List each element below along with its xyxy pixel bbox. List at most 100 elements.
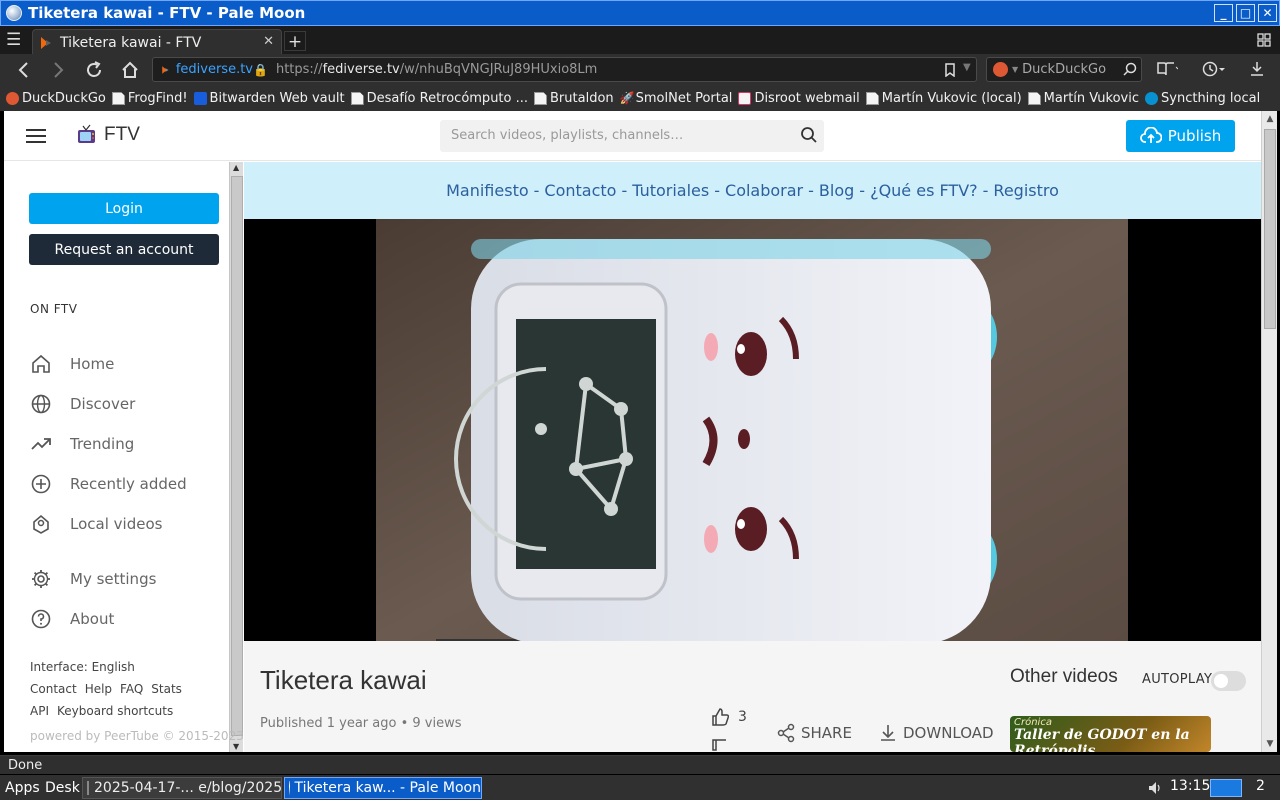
thumbs-down-icon[interactable] bbox=[710, 738, 730, 752]
bookmark-martin-local[interactable]: Martín Vukovic (local) bbox=[865, 91, 1022, 106]
local-icon bbox=[33, 514, 49, 534]
close-window-button[interactable]: ✕ bbox=[1258, 4, 1277, 22]
footer-link-faq[interactable]: FAQ bbox=[120, 682, 143, 696]
apps-menu-button[interactable]: Apps bbox=[5, 778, 40, 798]
desktop-number[interactable]: 2 bbox=[1256, 778, 1265, 794]
disroot-icon bbox=[738, 92, 752, 105]
banner-link-que-es-ftv[interactable]: ¿Qué es FTV? bbox=[870, 181, 978, 200]
search-icon[interactable] bbox=[1123, 62, 1137, 76]
search-icon[interactable] bbox=[800, 126, 818, 144]
recommended-video-thumbnail[interactable]: Crónica Taller de GODOT en la Retrópolis bbox=[1010, 716, 1211, 752]
url-dropdown-icon[interactable]: ▼ bbox=[963, 62, 971, 73]
download-label: DOWNLOAD bbox=[903, 724, 994, 742]
publish-label: Publish bbox=[1167, 127, 1222, 145]
banner-link-registro[interactable]: Registro bbox=[993, 181, 1058, 200]
maximize-button[interactable]: □ bbox=[1236, 4, 1255, 22]
search-bar[interactable]: ▼ DuckDuckGo bbox=[986, 57, 1142, 82]
publish-button[interactable]: Publish bbox=[1126, 120, 1235, 152]
palemoon-icon bbox=[6, 5, 22, 21]
desk-button[interactable]: Desk bbox=[45, 778, 80, 798]
bookmark-disroot[interactable]: Disroot webmail bbox=[738, 91, 860, 106]
sidebar-item-local-videos[interactable]: Local videos bbox=[30, 510, 162, 538]
site-identity[interactable]: fediverse.tv bbox=[153, 62, 253, 77]
clock[interactable]: 13:15 bbox=[1170, 778, 1210, 794]
footer-link-keyboard-shortcuts[interactable]: Keyboard shortcuts bbox=[57, 704, 173, 718]
scroll-down-icon[interactable]: ▼ bbox=[1264, 738, 1276, 750]
banner-link-colaborar[interactable]: Colaborar bbox=[725, 181, 803, 200]
globe-icon bbox=[31, 394, 51, 414]
tab-current[interactable]: Tiketera kawai - FTV ✕ bbox=[32, 29, 282, 55]
share-button[interactable]: SHARE bbox=[776, 723, 852, 743]
new-tab-button[interactable]: + bbox=[284, 31, 306, 52]
footer-link-help[interactable]: Help bbox=[85, 682, 112, 696]
sidebar-item-discover[interactable]: Discover bbox=[30, 390, 135, 418]
home-icon[interactable] bbox=[118, 58, 142, 82]
sidebar-scrollbar[interactable]: ▲ ▼ bbox=[229, 162, 243, 752]
footer-link-contact[interactable]: Contact bbox=[30, 682, 77, 696]
sidebar-section-title: ON FTV bbox=[30, 302, 78, 316]
page-icon bbox=[350, 92, 364, 105]
banner-link-blog[interactable]: Blog bbox=[819, 181, 854, 200]
banner-link-tutoriales[interactable]: Tutoriales bbox=[632, 181, 709, 200]
bookmark-martin[interactable]: Martín Vukovic bbox=[1027, 91, 1139, 106]
bookmark-star-icon[interactable] bbox=[943, 63, 957, 77]
tab-label: Tiketera kawai - FTV bbox=[60, 34, 202, 51]
bookmark-frogfind[interactable]: FrogFind! bbox=[111, 91, 188, 106]
video-search-input[interactable]: Search videos, playlists, channels… bbox=[440, 120, 824, 152]
taskbar-task-label: 2025-04-17-... e/blog/2025/ bbox=[94, 780, 282, 796]
bookmark-desafio[interactable]: Desafío Retrocómputo ... bbox=[350, 91, 528, 106]
bookmark-bitwarden[interactable]: Bitwarden Web vault bbox=[193, 91, 345, 106]
taskbar-task-blog[interactable]: 2025-04-17-... e/blog/2025/ bbox=[82, 777, 282, 799]
banner-link-manifiesto[interactable]: Manifiesto bbox=[446, 181, 529, 200]
reload-icon[interactable] bbox=[82, 58, 106, 82]
download-button[interactable]: DOWNLOAD bbox=[878, 723, 994, 743]
sidebar-item-recently-added[interactable]: Recently added bbox=[30, 470, 187, 498]
hamburger-menu-icon[interactable]: ☰ bbox=[6, 30, 26, 50]
video-player[interactable] bbox=[244, 219, 1261, 641]
minimize-button[interactable]: _ bbox=[1214, 4, 1233, 22]
scroll-thumb[interactable] bbox=[1264, 129, 1276, 329]
ftv-logo-icon[interactable] bbox=[76, 124, 98, 146]
volume-icon[interactable] bbox=[1147, 780, 1163, 796]
scroll-up-icon[interactable]: ▲ bbox=[1264, 113, 1276, 125]
interface-language[interactable]: Interface: English bbox=[30, 660, 135, 674]
history-icon[interactable] bbox=[1202, 61, 1226, 77]
video-title: Tiketera kawai bbox=[260, 665, 427, 695]
login-button[interactable]: Login bbox=[29, 193, 219, 224]
autoplay-toggle[interactable] bbox=[1211, 671, 1246, 691]
download-icon bbox=[881, 725, 895, 741]
url-text[interactable]: https://fediverse.tv/w/nhuBqVNGJRuJ89HUx… bbox=[276, 62, 597, 77]
sidebar-item-trending[interactable]: Trending bbox=[30, 430, 134, 458]
banner-separator: - bbox=[982, 181, 989, 200]
taskbar-task-palemoon[interactable]: Tiketera kaw... - Pale Moon bbox=[284, 777, 482, 799]
sidebar-item-about[interactable]: About bbox=[30, 605, 114, 633]
sidebar-item-my-settings[interactable]: My settings bbox=[30, 565, 156, 593]
forward-icon[interactable] bbox=[46, 58, 70, 82]
request-account-button[interactable]: Request an account bbox=[29, 234, 219, 265]
sidebar-item-home[interactable]: Home bbox=[30, 350, 114, 378]
powered-by[interactable]: powered by PeerTube © 2015-2023 bbox=[30, 729, 244, 743]
bookmark-brutaldon[interactable]: Brutaldon bbox=[534, 91, 614, 106]
bookmark-duckduckgo[interactable]: DuckDuckGo bbox=[6, 91, 106, 106]
url-bar[interactable]: fediverse.tv 🔒 https://fediverse.tv/w/nh… bbox=[152, 57, 977, 82]
footer-link-stats[interactable]: Stats bbox=[151, 682, 182, 696]
rocket-icon: 🚀 bbox=[619, 91, 635, 105]
download-toolbar-icon[interactable] bbox=[1249, 61, 1265, 77]
bookmark-smolnet[interactable]: 🚀 SmolNet Portal bbox=[620, 91, 733, 106]
site-brand[interactable]: FTV bbox=[104, 124, 140, 146]
search-engine-dropdown-icon[interactable]: ▼ bbox=[1012, 65, 1018, 74]
desktop-pager[interactable] bbox=[1210, 779, 1242, 797]
library-icon[interactable] bbox=[1156, 61, 1178, 77]
tab-close-icon[interactable]: ✕ bbox=[263, 34, 274, 49]
sidebar-toggle-icon[interactable] bbox=[26, 129, 46, 143]
banner-link-contacto[interactable]: Contacto bbox=[544, 181, 616, 200]
like-button[interactable]: 3 bbox=[710, 707, 747, 727]
tab-list-icon[interactable] bbox=[1257, 33, 1271, 47]
page-scrollbar[interactable]: ▲ ▼ bbox=[1261, 111, 1277, 752]
bookmark-syncthing[interactable]: Syncthing local bbox=[1145, 91, 1260, 106]
back-icon[interactable] bbox=[12, 58, 36, 82]
video-frame[interactable] bbox=[376, 219, 1128, 641]
share-icon bbox=[777, 723, 795, 743]
footer-link-api[interactable]: API bbox=[30, 704, 49, 718]
banner-separator: - bbox=[621, 181, 628, 200]
